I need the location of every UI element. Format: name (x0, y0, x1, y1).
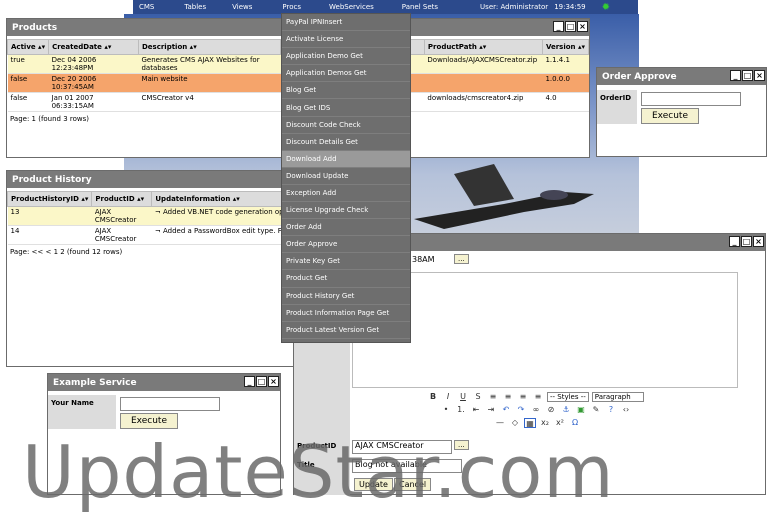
number-list-icon[interactable]: 1. (455, 405, 467, 415)
outdent-icon[interactable]: ⇤ (470, 405, 482, 415)
watermark-logo: UpdateStar.com (22, 430, 615, 514)
table-icon[interactable]: ▦ (524, 418, 536, 428)
proc-menu-item[interactable]: Product Information Page Get (282, 305, 410, 322)
menu-procs[interactable]: Procs (282, 3, 301, 11)
col-created[interactable]: CreatedDate ▴▾ (48, 39, 139, 55)
maximize-icon[interactable]: □ (565, 21, 576, 32)
user-label: User: Administrator (480, 3, 549, 11)
col-history-id[interactable]: ProductHistoryID ▴▾ (6, 191, 93, 207)
order-approve-window: Order Approve _ □ × OrderID Execute (596, 67, 767, 157)
strike-icon[interactable]: S (472, 392, 484, 402)
indent-icon[interactable]: ⇥ (485, 405, 497, 415)
subscript-icon[interactable]: x₂ (539, 418, 551, 428)
window-title: Product History (12, 174, 92, 185)
proc-menu-item[interactable]: Blog Get IDS (282, 99, 410, 117)
eraser-icon[interactable]: ◇ (509, 418, 521, 428)
align-center-icon[interactable]: ≡ (502, 392, 514, 402)
menu-webservices[interactable]: WebServices (329, 3, 374, 11)
col-path[interactable]: ProductPath ▴▾ (423, 39, 543, 55)
maximize-icon[interactable]: □ (256, 376, 267, 387)
justify-icon[interactable]: ≡ (532, 392, 544, 402)
close-icon[interactable]: × (268, 376, 279, 387)
close-icon[interactable]: × (754, 70, 765, 81)
order-approve-titlebar[interactable]: Order Approve _ □ × (597, 68, 766, 85)
image-icon[interactable]: ▣ (575, 405, 587, 415)
clock: 19:34:59 (554, 3, 586, 11)
proc-menu-item[interactable]: Private Key Get (282, 253, 410, 271)
time-value: 38AM (412, 255, 435, 264)
align-right-icon[interactable]: ≡ (517, 392, 529, 402)
window-title: Products (12, 22, 58, 33)
col-version[interactable]: Version ▴▾ (541, 39, 590, 55)
proc-menu-item[interactable]: Product Latest Version Get (282, 322, 410, 339)
proc-menu-item[interactable]: Activate License (282, 31, 410, 49)
col-description[interactable]: Description ▴▾ (137, 39, 281, 55)
menu-views[interactable]: Views (232, 3, 252, 11)
bullet-list-icon[interactable]: • (440, 405, 452, 415)
proc-menu-item[interactable]: Download Update (282, 168, 410, 185)
underline-icon[interactable]: U (457, 392, 469, 402)
proc-menu-item[interactable]: Download Add (282, 150, 410, 168)
date-picker-button[interactable]: ... (454, 254, 469, 264)
proc-menu-item[interactable]: Application Demos Get (282, 65, 410, 83)
procs-dropdown-menu: PayPal IPNInsert Activate License Applicat… (281, 13, 411, 343)
minimize-icon[interactable]: _ (729, 236, 740, 247)
example-titlebar[interactable]: Example Service _ □ × (48, 374, 280, 391)
menu-panel-sets[interactable]: Panel Sets (402, 3, 438, 11)
window-title: Example Service (53, 377, 137, 388)
hr-icon[interactable]: — (494, 418, 506, 428)
maximize-icon[interactable]: □ (742, 70, 753, 81)
close-icon[interactable]: × (753, 236, 764, 247)
link-icon[interactable]: ∞ (530, 405, 542, 415)
status-gear-icon[interactable]: ✹ (602, 2, 610, 13)
html-icon[interactable]: ‹› (620, 405, 632, 415)
undo-icon[interactable]: ↶ (500, 405, 512, 415)
anchor-icon[interactable]: ⚓ (560, 405, 572, 415)
unlink-icon[interactable]: ⊘ (545, 405, 557, 415)
special-char-icon[interactable]: Ω (569, 418, 581, 428)
minimize-icon[interactable]: _ (244, 376, 255, 387)
minimize-icon[interactable]: _ (730, 70, 741, 81)
order-id-label: OrderID (597, 90, 637, 106)
proc-menu-item[interactable]: Product History Get (282, 288, 410, 305)
maximize-icon[interactable]: □ (741, 236, 752, 247)
proc-menu-item[interactable]: Order Approve (282, 236, 410, 254)
cleanup-icon[interactable]: ✎ (590, 405, 602, 415)
minimize-icon[interactable]: _ (553, 21, 564, 32)
col-active[interactable]: Active ▴▾ (6, 39, 50, 55)
redo-icon[interactable]: ↷ (515, 405, 527, 415)
proc-menu-item[interactable]: License Upgrade Check (282, 202, 410, 220)
window-title: Order Approve (602, 71, 677, 82)
your-name-input[interactable] (120, 397, 220, 411)
execute-button[interactable]: Execute (641, 108, 699, 124)
your-name-label: Your Name (48, 395, 116, 411)
proc-menu-item[interactable]: Order Add (282, 219, 410, 237)
proc-menu-item[interactable]: Discount Code Check (282, 117, 410, 134)
order-id-input[interactable] (641, 92, 741, 106)
example-execute-button[interactable]: Execute (120, 413, 178, 429)
superscript-icon[interactable]: x² (554, 418, 566, 428)
menu-tables[interactable]: Tables (184, 3, 206, 11)
proc-menu-item[interactable]: Application Demo Get (282, 48, 410, 66)
proc-menu-item[interactable]: Product Get (282, 270, 410, 288)
proc-menu-item[interactable]: Exception Add (282, 185, 410, 203)
paragraph-select[interactable]: Paragraph (591, 392, 644, 402)
close-icon[interactable]: × (577, 21, 588, 32)
menu-cms[interactable]: CMS (139, 3, 154, 11)
proc-menu-item[interactable]: PayPal IPNInsert (282, 14, 410, 32)
styles-select[interactable]: -- Styles -- (547, 392, 589, 402)
proc-menu-item[interactable]: Blog Get (282, 82, 410, 100)
proc-menu-item[interactable]: Discount Details Get (282, 134, 410, 151)
align-left-icon[interactable]: ≡ (487, 392, 499, 402)
help-icon[interactable]: ? (605, 405, 617, 415)
top-menu-bar: CMS Tables Views Procs WebServices Panel… (133, 0, 638, 14)
bold-icon[interactable]: B (427, 392, 439, 402)
col-product-id[interactable]: ProductID ▴▾ (91, 191, 153, 207)
italic-icon[interactable]: I (442, 392, 454, 402)
